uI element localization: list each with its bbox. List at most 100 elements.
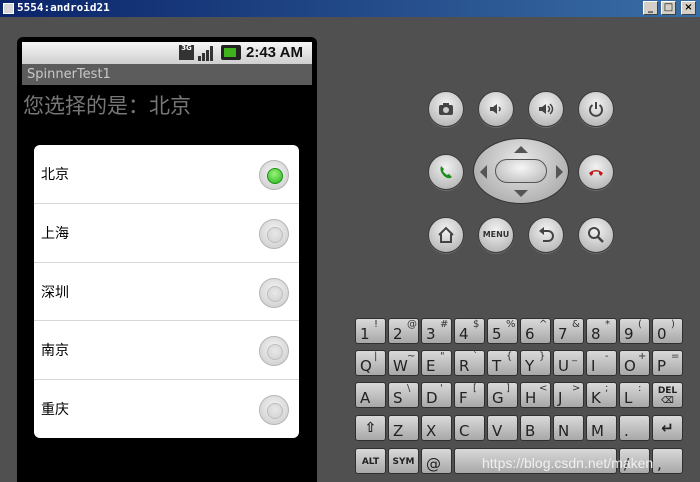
alt-label: ALT xyxy=(361,457,380,467)
key-c[interactable]: C xyxy=(454,415,485,441)
option-item[interactable]: 南京 xyxy=(34,320,299,378)
key-symbol: @ xyxy=(407,319,417,330)
key-g[interactable]: G] xyxy=(487,382,518,408)
power-button[interactable] xyxy=(578,91,614,127)
at-key[interactable]: @ xyxy=(421,448,452,474)
radio-icon[interactable] xyxy=(259,278,289,308)
key-f[interactable]: F[ xyxy=(454,382,485,408)
key-symbol: ( xyxy=(638,319,642,330)
key-e[interactable]: E " xyxy=(421,350,452,376)
search-icon xyxy=(588,227,604,243)
status-time: 2:43 AM xyxy=(246,44,303,61)
radio-icon[interactable] xyxy=(259,219,289,249)
key-8[interactable]: 8 * xyxy=(586,318,617,344)
key-symbol: < xyxy=(539,383,548,394)
key-label: I xyxy=(591,357,596,375)
status-bar: 3G 2:43 AM xyxy=(22,42,312,64)
key-label: 9 xyxy=(624,325,634,343)
comma-key[interactable]: , xyxy=(652,448,683,474)
device-screen: 3G 2:43 AM SpinnerTest1 您选择的是：北京 北京 上海 深… xyxy=(22,42,312,482)
key-label: . xyxy=(624,422,629,440)
sym-key[interactable]: SYM xyxy=(388,448,419,474)
key-7[interactable]: 7 & xyxy=(553,318,584,344)
alt-key[interactable]: ALT xyxy=(355,448,386,474)
delete-key[interactable]: DEL ⌫ xyxy=(652,382,683,408)
enter-key[interactable]: ↵ xyxy=(652,415,683,441)
key-y[interactable]: Y} xyxy=(520,350,551,376)
key-0[interactable]: 0) xyxy=(652,318,683,344)
key-j[interactable]: J > xyxy=(553,382,584,408)
key-d[interactable]: D ' xyxy=(421,382,452,408)
key-symbol: : xyxy=(638,383,642,394)
key-label: 4 xyxy=(459,325,469,343)
key-h[interactable]: H < xyxy=(520,382,551,408)
key-r[interactable]: R ` xyxy=(454,350,485,376)
key-symbol: ^ xyxy=(539,319,548,330)
option-item[interactable]: 北京 xyxy=(34,145,299,203)
end-call-button[interactable] xyxy=(578,154,614,190)
key-.[interactable]: . xyxy=(619,415,650,441)
dpad-left-icon[interactable] xyxy=(480,165,487,179)
radio-icon[interactable] xyxy=(259,336,289,366)
back-button[interactable] xyxy=(528,217,564,253)
key-s[interactable]: S \ xyxy=(388,382,419,408)
camera-button[interactable] xyxy=(428,91,464,127)
key-label: 0 xyxy=(657,325,667,343)
key-x[interactable]: X xyxy=(421,415,452,441)
key-n[interactable]: N xyxy=(553,415,584,441)
key-z[interactable]: Z xyxy=(388,415,419,441)
key-v[interactable]: V xyxy=(487,415,518,441)
shift-key[interactable]: ⇧ xyxy=(355,415,386,441)
dpad-down-icon[interactable] xyxy=(514,190,528,197)
key-4[interactable]: 4 $ xyxy=(454,318,485,344)
key-9[interactable]: 9( xyxy=(619,318,650,344)
key-label: J xyxy=(558,389,563,407)
key-label: H xyxy=(525,389,537,407)
radio-selected-icon[interactable] xyxy=(259,160,289,190)
key-i[interactable]: I- xyxy=(586,350,617,376)
key-p[interactable]: P = xyxy=(652,350,683,376)
option-label: 深圳 xyxy=(41,285,69,301)
key-symbol: ~ xyxy=(407,351,416,362)
key-o[interactable]: O + xyxy=(619,350,650,376)
key-label: 1 xyxy=(360,325,370,343)
radio-icon[interactable] xyxy=(259,395,289,425)
key-w[interactable]: W ~ xyxy=(388,350,419,376)
key-1[interactable]: 1! xyxy=(355,318,386,344)
search-button[interactable] xyxy=(578,217,614,253)
call-button[interactable] xyxy=(428,154,464,190)
dpad-center-button[interactable] xyxy=(495,159,547,183)
option-item[interactable]: 重庆 xyxy=(34,379,299,437)
key-label: B xyxy=(525,422,536,440)
key-t[interactable]: T{ xyxy=(487,350,518,376)
key-k[interactable]: K; xyxy=(586,382,617,408)
dpad-right-icon[interactable] xyxy=(556,165,563,179)
dpad-up-icon[interactable] xyxy=(514,146,528,153)
option-item[interactable]: 深圳 xyxy=(34,262,299,320)
key-l[interactable]: L: xyxy=(619,382,650,408)
option-item[interactable]: 上海 xyxy=(34,203,299,261)
key-3[interactable]: 3 # xyxy=(421,318,452,344)
key-6[interactable]: 6 ^ xyxy=(520,318,551,344)
key-q[interactable]: Q | xyxy=(355,350,386,376)
key-b[interactable]: B xyxy=(520,415,551,441)
volume-up-icon xyxy=(539,103,554,115)
minimize-button[interactable]: _ xyxy=(643,1,658,15)
dpad[interactable] xyxy=(473,138,569,204)
app-icon xyxy=(3,3,14,14)
key-symbol: - xyxy=(605,351,609,362)
key-symbol: [ xyxy=(473,383,477,394)
key-a[interactable]: A xyxy=(355,382,386,408)
key-u[interactable]: U _ xyxy=(553,350,584,376)
close-button[interactable]: × xyxy=(681,1,696,15)
volume-down-button[interactable] xyxy=(478,91,514,127)
menu-button[interactable]: MENU xyxy=(478,217,514,253)
volume-up-button[interactable] xyxy=(528,91,564,127)
key-2[interactable]: 2 @ xyxy=(388,318,419,344)
key-symbol: > xyxy=(572,383,581,394)
maximize-button[interactable]: □ xyxy=(661,1,676,15)
key-5[interactable]: 5% xyxy=(487,318,518,344)
key-m[interactable]: M xyxy=(586,415,617,441)
key-symbol: ] xyxy=(506,383,510,394)
home-button[interactable] xyxy=(428,217,464,253)
